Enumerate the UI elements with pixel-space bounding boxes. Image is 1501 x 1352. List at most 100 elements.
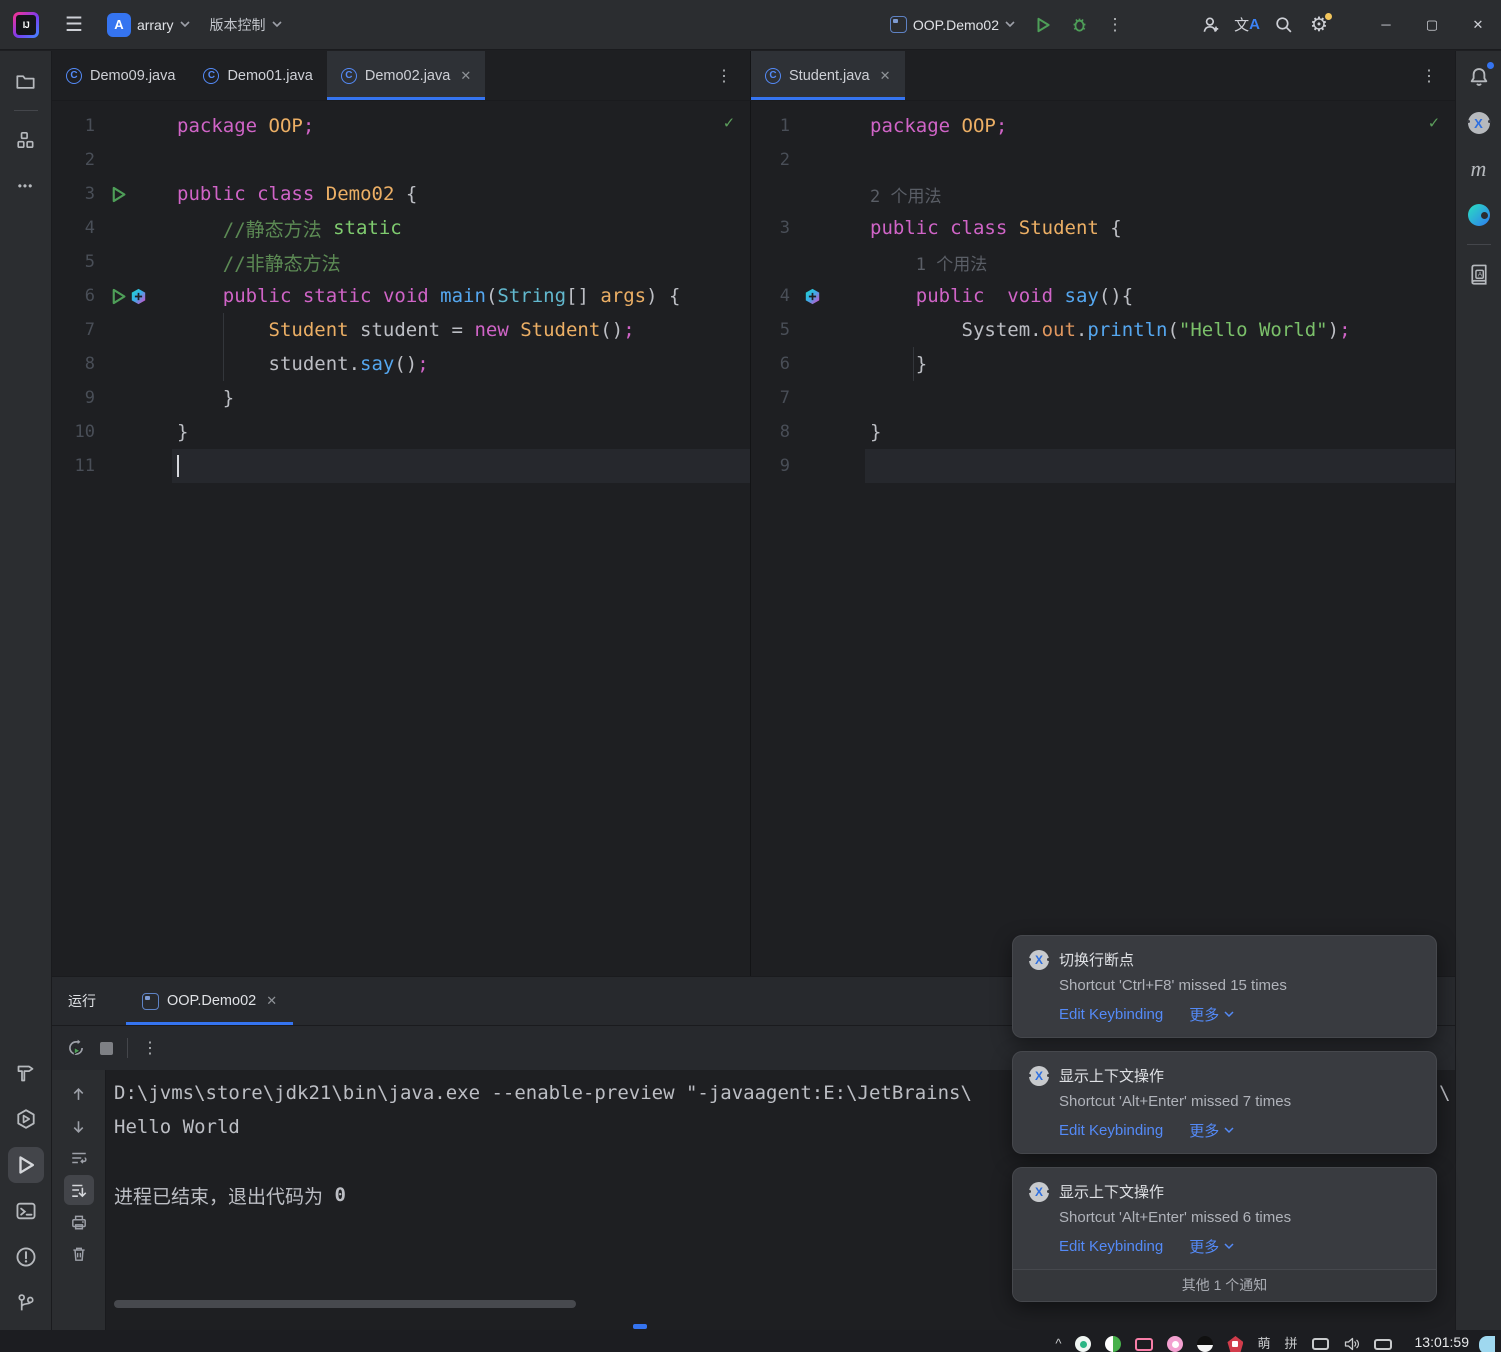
code-line[interactable] xyxy=(865,143,1455,177)
tray-monitor[interactable] xyxy=(1312,1336,1329,1352)
gutter-line[interactable]: 3 xyxy=(751,211,865,245)
gutter-line[interactable]: 10 xyxy=(52,415,172,449)
code-line[interactable]: 1 个用法 xyxy=(865,245,1455,279)
scroll-down-button[interactable] xyxy=(64,1111,94,1141)
tray-app-tv[interactable] xyxy=(1135,1336,1153,1352)
code-line[interactable] xyxy=(865,381,1455,415)
build-tool-button[interactable] xyxy=(8,1055,44,1091)
edit-keybinding-link[interactable]: Edit Keybinding xyxy=(1059,1238,1163,1255)
gutter-line[interactable]: 4 xyxy=(52,211,172,245)
project-widget[interactable]: A arrary xyxy=(97,8,200,42)
editor-code[interactable]: package OOP;public class Demo02 { //静态方法… xyxy=(172,109,750,483)
console-more-button[interactable]: ⋮ xyxy=(142,1038,158,1058)
code-line[interactable]: package OOP; xyxy=(865,109,1455,143)
tray-ime-meng[interactable]: 萌 xyxy=(1257,1336,1270,1352)
tray-expand-chevron[interactable]: ^ xyxy=(1055,1336,1061,1352)
soft-wrap-button[interactable] xyxy=(64,1143,94,1173)
plugin-swirl-button[interactable] xyxy=(1461,197,1497,233)
intellij-logo-icon[interactable]: IJ xyxy=(13,12,39,38)
edge-widget-pill[interactable] xyxy=(1479,1336,1495,1352)
gutter-line[interactable]: 4 xyxy=(751,279,865,313)
run-configuration-widget[interactable]: OOP.Demo02 xyxy=(880,8,1025,42)
code-line[interactable]: student.say(); xyxy=(172,347,750,381)
translate-button[interactable]: 文A xyxy=(1229,8,1265,42)
notifications-button[interactable] xyxy=(1461,59,1497,95)
more-actions-button[interactable]: ⋮ xyxy=(1097,8,1133,42)
project-tool-button[interactable] xyxy=(8,63,44,99)
more-dropdown-link[interactable]: 更多 xyxy=(1189,1120,1234,1141)
services-tool-button[interactable] xyxy=(8,1101,44,1137)
clear-console-button[interactable] xyxy=(64,1239,94,1269)
run-button[interactable] xyxy=(1025,8,1061,42)
gutter-line[interactable]: 5 xyxy=(751,313,865,347)
code-line[interactable]: } xyxy=(172,415,750,449)
gutter-line[interactable]: 11 xyxy=(52,449,172,483)
problems-tool-button[interactable] xyxy=(8,1239,44,1275)
scroll-up-button[interactable] xyxy=(64,1079,94,1109)
left-tab-list-menu[interactable]: ⋮ xyxy=(698,66,750,86)
code-line[interactable]: public static void main(String[] args) { xyxy=(172,279,750,313)
usages-inlay-hint[interactable]: 2 个用法 xyxy=(870,182,941,207)
editor-tab-Student.java[interactable]: CStudent.java✕ xyxy=(751,51,905,100)
code-line[interactable]: System.out.println("Hello World"); xyxy=(865,313,1455,347)
window-maximize-button[interactable]: ▢ xyxy=(1409,0,1455,50)
close-icon[interactable]: ✕ xyxy=(266,993,277,1009)
code-with-me-button[interactable] xyxy=(1193,8,1229,42)
gutter-line[interactable]: 8 xyxy=(751,415,865,449)
search-everywhere-button[interactable] xyxy=(1265,8,1301,42)
gutter-line[interactable]: 9 xyxy=(751,449,865,483)
run-tool-button[interactable] xyxy=(8,1147,44,1183)
run-gutter-icon[interactable] xyxy=(109,185,128,204)
gutter-line[interactable]: 1 xyxy=(751,109,865,143)
gutter-line[interactable] xyxy=(751,177,865,211)
more-tool-windows-button[interactable]: ••• xyxy=(8,168,44,204)
editor-demo02[interactable]: 1234567891011package OOP;public class De… xyxy=(52,101,751,976)
gutter-line[interactable]: 6 xyxy=(52,279,172,313)
code-line[interactable]: } xyxy=(865,347,1455,381)
gutter-line[interactable]: 2 xyxy=(52,143,172,177)
editor-tab-Demo09.java[interactable]: CDemo09.java xyxy=(52,51,189,100)
horizontal-scrollbar[interactable] xyxy=(114,1300,576,1308)
settings-button[interactable]: ⚙ xyxy=(1301,8,1337,42)
inspections-ok-icon[interactable]: ✓ xyxy=(1429,113,1439,133)
stop-button[interactable] xyxy=(100,1042,113,1055)
edit-keybinding-link[interactable]: Edit Keybinding xyxy=(1059,1122,1163,1139)
editor-student[interactable]: 123456789package OOP;2 个用法public class S… xyxy=(751,101,1455,976)
tray-app-pie[interactable] xyxy=(1105,1336,1121,1352)
window-minimize-button[interactable]: ─ xyxy=(1363,0,1409,50)
documentation-tool-button[interactable]: A xyxy=(1461,256,1497,292)
code-line[interactable]: Student student = new Student(); xyxy=(172,313,750,347)
edit-keybinding-link[interactable]: Edit Keybinding xyxy=(1059,1006,1163,1023)
gutter-line[interactable]: 7 xyxy=(52,313,172,347)
editor-gutter[interactable]: 1234567891011 xyxy=(52,109,172,483)
code-line[interactable]: package OOP; xyxy=(172,109,750,143)
print-button[interactable] xyxy=(64,1207,94,1237)
gutter-line[interactable]: 5 xyxy=(52,245,172,279)
run-gutter-icon[interactable] xyxy=(109,287,128,306)
gutter-line[interactable]: 3 xyxy=(52,177,172,211)
more-dropdown-link[interactable]: 更多 xyxy=(1189,1004,1234,1025)
code-line[interactable]: //静态方法 static xyxy=(172,211,750,245)
debug-button[interactable] xyxy=(1061,8,1097,42)
terminal-tool-button[interactable] xyxy=(8,1193,44,1229)
code-line[interactable]: public class Student { xyxy=(865,211,1455,245)
scroll-to-end-button[interactable] xyxy=(64,1175,94,1205)
inspections-ok-icon[interactable]: ✓ xyxy=(724,113,734,133)
plugin-hexagon-gutter-icon[interactable] xyxy=(130,288,147,305)
close-icon[interactable]: ✕ xyxy=(460,68,471,84)
gutter-line[interactable]: 9 xyxy=(52,381,172,415)
rerun-button[interactable] xyxy=(66,1038,86,1058)
plugin-x-button[interactable]: X xyxy=(1461,105,1497,141)
tray-app-qq[interactable] xyxy=(1197,1336,1213,1352)
gutter-line[interactable]: 1 xyxy=(52,109,172,143)
gutter-line[interactable]: 7 xyxy=(751,381,865,415)
more-notifications-footer[interactable]: 其他 1 个通知 xyxy=(1013,1269,1436,1301)
editor-tab-Demo02.java[interactable]: CDemo02.java✕ xyxy=(327,51,485,100)
code-line[interactable]: } xyxy=(865,415,1455,449)
tray-app-shield[interactable] xyxy=(1227,1336,1243,1352)
editor-code[interactable]: package OOP;2 个用法public class Student { … xyxy=(865,109,1455,483)
gutter-line[interactable] xyxy=(751,245,865,279)
git-tool-button[interactable] xyxy=(8,1285,44,1321)
code-line[interactable]: //非静态方法 xyxy=(172,245,750,279)
code-line[interactable] xyxy=(172,449,750,483)
